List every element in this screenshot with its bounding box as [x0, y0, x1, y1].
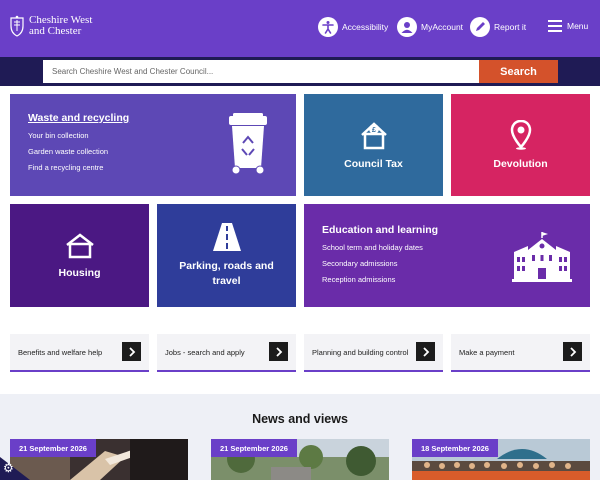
tile-housing[interactable]: Housing: [10, 204, 149, 307]
education-link-term-dates[interactable]: School term and holiday dates: [322, 243, 438, 252]
news-card[interactable]: 18 September 2026: [412, 439, 590, 480]
tile-council-tax[interactable]: £ Council Tax: [304, 94, 443, 196]
chevron-right-icon: [416, 342, 435, 361]
report-it-link[interactable]: Report it: [470, 17, 526, 37]
myaccount-link[interactable]: MyAccount: [397, 17, 463, 37]
chevron-right-icon: [122, 342, 141, 361]
education-link-secondary[interactable]: Secondary admissions: [322, 259, 438, 268]
map-pin-icon: [510, 120, 531, 150]
gear-icon[interactable]: ⚙: [3, 462, 14, 474]
education-link-reception[interactable]: Reception admissions: [322, 275, 438, 284]
waste-link-recycling-centre[interactable]: Find a recycling centre: [28, 163, 129, 172]
quick-link-benefits[interactable]: Benefits and welfare help: [10, 334, 149, 372]
quick-link-label: Benefits and welfare help: [18, 347, 103, 357]
waste-title-link[interactable]: Waste and recycling: [28, 112, 129, 124]
logo-text: Cheshire West and Chester: [29, 15, 92, 37]
tile-education-learning: Education and learning School term and h…: [304, 204, 590, 307]
svg-text:£: £: [372, 127, 376, 134]
tile-devolution[interactable]: Devolution: [451, 94, 590, 196]
devolution-title: Devolution: [493, 158, 548, 170]
tile-parking-roads-travel[interactable]: Parking, roads and travel: [157, 204, 296, 307]
council-logo[interactable]: Cheshire West and Chester: [9, 15, 92, 37]
accessibility-label: Accessibility: [342, 22, 389, 32]
search-bar: Search Cheshire West and Chester Council…: [0, 57, 600, 86]
user-icon: [397, 17, 417, 37]
quick-link-payment[interactable]: Make a payment: [451, 334, 590, 372]
pencil-icon: [470, 17, 490, 37]
road-icon: [212, 222, 241, 251]
news-card[interactable]: 21 September 2026: [211, 439, 389, 480]
house-icon: [65, 232, 94, 258]
menu-label: Menu: [567, 21, 589, 31]
accessibility-icon: [318, 17, 338, 37]
education-title-link[interactable]: Education and learning: [322, 224, 438, 236]
waste-link-bin-collection[interactable]: Your bin collection: [28, 131, 129, 140]
search-button[interactable]: Search: [479, 60, 558, 83]
site-header: Cheshire West and Chester Accessibility …: [0, 0, 600, 57]
quick-link-jobs[interactable]: Jobs - search and apply: [157, 334, 296, 372]
myaccount-label: MyAccount: [421, 22, 464, 32]
news-heading: News and views: [252, 412, 348, 426]
wheelie-bin-icon: [229, 113, 267, 175]
housing-title: Housing: [58, 266, 101, 279]
accessibility-link[interactable]: Accessibility: [318, 17, 388, 37]
tile-waste-recycling: Waste and recycling Your bin collection …: [10, 94, 296, 196]
parking-title: Parking, roads and travel: [179, 259, 274, 287]
search-placeholder: Search Cheshire West and Chester Council…: [52, 67, 214, 76]
chevron-right-icon: [563, 342, 582, 361]
quick-link-label: Planning and building control: [312, 347, 409, 357]
news-card[interactable]: 21 September 2026: [10, 439, 188, 480]
quick-link-planning[interactable]: Planning and building control: [304, 334, 443, 372]
news-section: News and views 21 September 2026 21 Sept…: [0, 394, 600, 480]
logo-line-2: and Chester: [29, 25, 82, 37]
council-tax-title: Council Tax: [344, 158, 403, 170]
crest-icon: [10, 15, 24, 37]
quick-link-label: Make a payment: [459, 347, 515, 357]
page: Cheshire West and Chester Accessibility …: [0, 0, 600, 480]
news-date: 18 September 2026: [412, 439, 498, 457]
report-it-label: Report it: [494, 22, 527, 32]
chevron-right-icon: [269, 342, 288, 361]
house-pound-icon: £: [360, 122, 387, 150]
news-date: 21 September 2026: [10, 439, 96, 457]
news-date: 21 September 2026: [211, 439, 297, 457]
waste-link-garden-waste[interactable]: Garden waste collection: [28, 147, 129, 156]
search-input[interactable]: Search Cheshire West and Chester Council…: [43, 60, 479, 83]
school-building-icon: [512, 232, 572, 282]
quick-link-label: Jobs - search and apply: [165, 347, 245, 357]
hamburger-icon: [548, 20, 562, 32]
menu-button[interactable]: Menu: [548, 20, 588, 32]
